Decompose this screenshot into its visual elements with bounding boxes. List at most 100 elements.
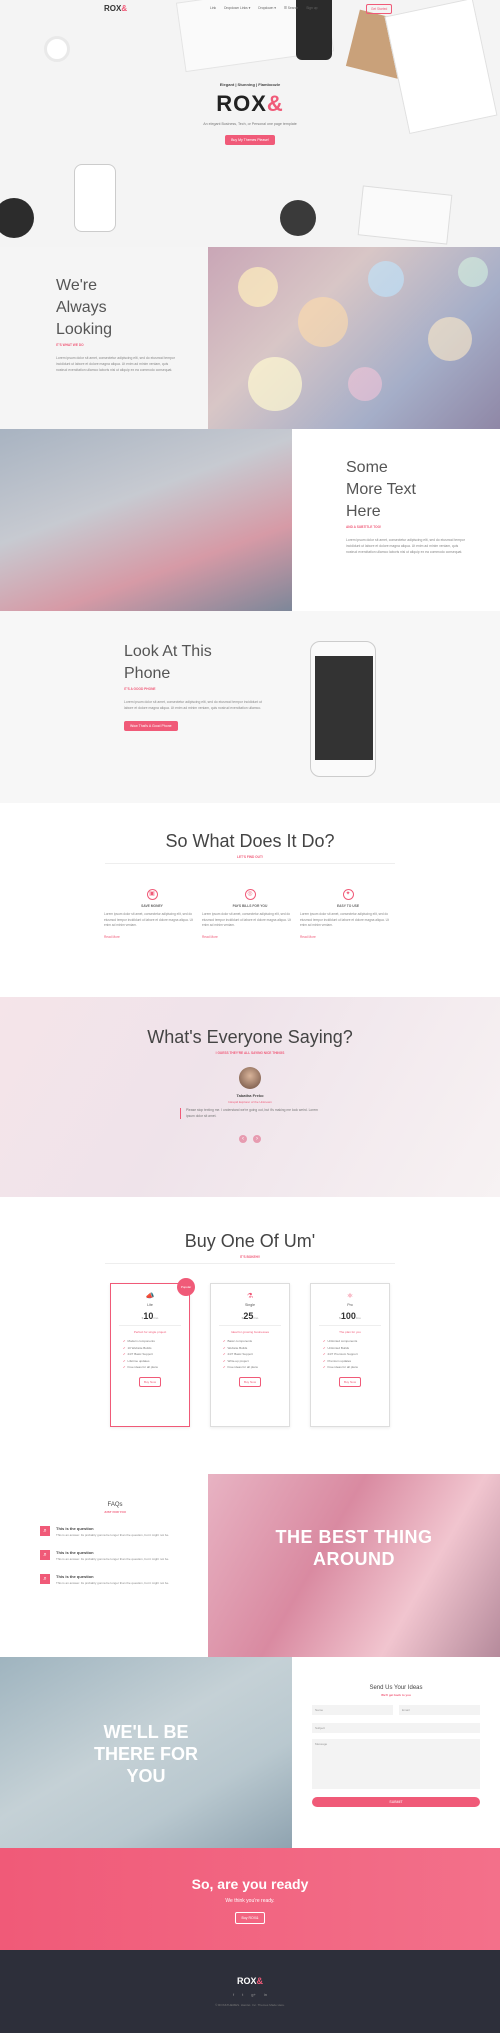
email-field[interactable]: Email xyxy=(399,1705,480,1715)
section3-title-line: Phone xyxy=(124,665,171,682)
check-icon: ✔ xyxy=(323,1358,326,1363)
faq-item[interactable]: ⌕ This is the question This is an answer.… xyxy=(40,1526,190,1538)
plan-features: ✔ Unlimited components ✔ Unlimited Builds … xyxy=(323,1338,389,1371)
plan-feature-text: Premium updates xyxy=(327,1358,352,1363)
divider xyxy=(319,1325,381,1326)
flask-icon: ⚗ xyxy=(246,1293,254,1300)
nav-search[interactable]: ☰ Search xyxy=(284,6,298,10)
form-subtitle: We'll get back to you xyxy=(381,1693,411,1697)
section3-subtitle: It's a good phone xyxy=(124,687,156,691)
compass-icon: ✦ xyxy=(342,889,354,900)
plan-header: The plan for you xyxy=(339,1330,361,1334)
prev-arrow-icon[interactable]: ‹ xyxy=(239,1135,247,1143)
check-icon: ✔ xyxy=(223,1352,226,1356)
best-thing-banner: THE BEST THING AROUND xyxy=(275,1527,433,1569)
submit-button[interactable]: SUBMIT xyxy=(312,1797,480,1807)
rainy-glass-image: WE'LL BE THERE FOR YOU xyxy=(0,1657,292,1848)
section1-title-line: Always xyxy=(56,299,107,316)
buy-rox-button[interactable]: Buy ROX& xyxy=(234,1912,266,1924)
testimonials-heading: What's Everyone Saying? I guess they're … xyxy=(0,1027,500,1143)
twitter-icon[interactable]: t xyxy=(242,1992,243,1997)
check-icon: ✔ xyxy=(323,1365,326,1369)
plan-amount: 100 xyxy=(340,1311,356,1321)
nav-logo-text: ROX xyxy=(104,4,122,13)
hero-title: ROX& xyxy=(0,91,500,117)
plan-price: $100/mo xyxy=(311,1311,389,1321)
google-plus-icon[interactable]: g+ xyxy=(251,1992,256,1997)
contact-section: WE'LL BE THERE FOR YOU Send Us Your Idea… xyxy=(0,1657,500,1848)
feature-title: Pays Bills For You xyxy=(232,904,268,908)
navbar: ROX& Link Dropdown Links ▾ Dropdown ▾ ☰ … xyxy=(0,0,500,16)
testimonial: Tabatha Freko Intrepid Explorer of the U… xyxy=(0,1067,500,1143)
buy-now-button[interactable]: Buy Now xyxy=(238,1376,261,1387)
nav-dropdown[interactable]: Dropdown ▾ xyxy=(258,6,276,10)
buy-now-button[interactable]: Buy Now xyxy=(138,1376,161,1387)
plan-amount: 25 xyxy=(243,1311,254,1321)
feature-text: Lorem ipsum dolor sit amet, consectetur … xyxy=(300,912,389,927)
faq-subtitle: Just for you xyxy=(103,1510,127,1514)
buy-now-button[interactable]: Buy Now xyxy=(338,1376,361,1387)
read-more-link[interactable]: Read More xyxy=(300,935,396,939)
features-subtitle: Let's find out! xyxy=(237,855,263,859)
hero-content: Elegant | Stunning | Flamboozle ROX& An … xyxy=(0,82,500,145)
faq-question: This is the question xyxy=(56,1550,94,1555)
nav-link[interactable]: Link xyxy=(210,6,216,10)
avatar xyxy=(239,1067,261,1089)
plan-feature: ✔ Free ideas for all plans xyxy=(323,1364,389,1371)
facebook-icon[interactable]: f xyxy=(233,1992,234,1997)
section3-text: Look At This Phone It's a good phone Lor… xyxy=(124,641,264,731)
plan-period: /mo xyxy=(355,1316,361,1320)
testimonials-section: What's Everyone Saying? I guess they're … xyxy=(0,997,500,1197)
faq-answer: This is an answer. Its probably gonna be… xyxy=(56,1581,170,1585)
plan-feature-text: Website Builds xyxy=(227,1345,248,1350)
coffee-cup-image xyxy=(44,36,70,62)
plan-feature-text: Lifetime updates xyxy=(127,1358,150,1363)
faq-item[interactable]: ⌕ This is the question This is an answer.… xyxy=(40,1550,190,1562)
features-section: So What Does It Do? Let's find out! ▣ Sa… xyxy=(0,803,500,997)
check-icon: ✔ xyxy=(323,1345,326,1350)
footer: ROX& f t g+ in © ROX&THEMES. Hamlet. Inc… xyxy=(0,1950,500,2033)
linkedin-icon[interactable]: in xyxy=(264,1992,267,1997)
read-more-link[interactable]: Read More xyxy=(202,935,298,939)
hero-title-text: ROX xyxy=(216,91,267,116)
section3-title-line: Look At This xyxy=(124,643,212,660)
plan-feature: ✔ Free ideas for all plans xyxy=(123,1364,189,1371)
good-phone-button[interactable]: Wow That's A Good Phone xyxy=(124,721,178,731)
plan-period: /mo xyxy=(253,1316,259,1320)
pricing-title: Buy One Of Um' xyxy=(184,1231,316,1251)
subject-field[interactable]: Subject xyxy=(312,1723,480,1733)
nav-signup[interactable]: Sign up xyxy=(306,6,317,10)
buy-themes-button[interactable]: Buy My Themes Please! xyxy=(225,135,275,145)
section3-title: Look At This Phone xyxy=(124,641,264,685)
check-icon: ✔ xyxy=(323,1339,326,1343)
dark-cup-image xyxy=(0,198,34,238)
pink-abstract-image: THE BEST THING AROUND xyxy=(208,1474,500,1657)
section1-title-line: Looking xyxy=(56,321,113,338)
check-icon: ✔ xyxy=(123,1345,126,1350)
faq-list: FAQs Just for you ⌕ This is the question… xyxy=(40,1502,190,1586)
plan-period: /mo xyxy=(153,1316,159,1320)
next-arrow-icon[interactable]: › xyxy=(253,1135,261,1143)
message-field[interactable]: Message xyxy=(312,1739,480,1789)
pricing-subtitle: It's Bokeh!! xyxy=(239,1255,261,1259)
get-started-button[interactable]: Get Started xyxy=(366,4,393,14)
testimonials-title: What's Everyone Saying? xyxy=(147,1027,353,1047)
plan-amount: 10 xyxy=(143,1311,154,1321)
read-more-link[interactable]: Read More xyxy=(104,935,200,939)
check-icon: ✔ xyxy=(123,1365,126,1369)
footer-logo[interactable]: ROX& xyxy=(0,1976,500,1986)
name-field[interactable]: Name xyxy=(312,1705,393,1715)
features-title: So What Does It Do? xyxy=(165,831,335,851)
section2-paragraph: Lorem ipsum dolor sit amet, consectetur … xyxy=(346,538,465,554)
plan-feature-text: Write-up project xyxy=(227,1358,249,1363)
cta-title: So, are you ready xyxy=(191,1876,309,1892)
faq-item[interactable]: ⌕ This is the question This is an answer.… xyxy=(40,1574,190,1586)
rainy-window-image xyxy=(0,429,292,611)
plan-feature-text: 24/7 Basic Support xyxy=(227,1352,253,1356)
megaphone-icon: 📣 xyxy=(145,1293,155,1300)
plan-feature-text: Basic components xyxy=(227,1339,253,1343)
plan-header: Perfect for single project xyxy=(133,1330,167,1334)
nav-dropdown-links[interactable]: Dropdown Links ▾ xyxy=(224,6,250,10)
nav-logo[interactable]: ROX& xyxy=(104,4,127,13)
testimonial-name: Tabatha Freko xyxy=(236,1093,264,1098)
